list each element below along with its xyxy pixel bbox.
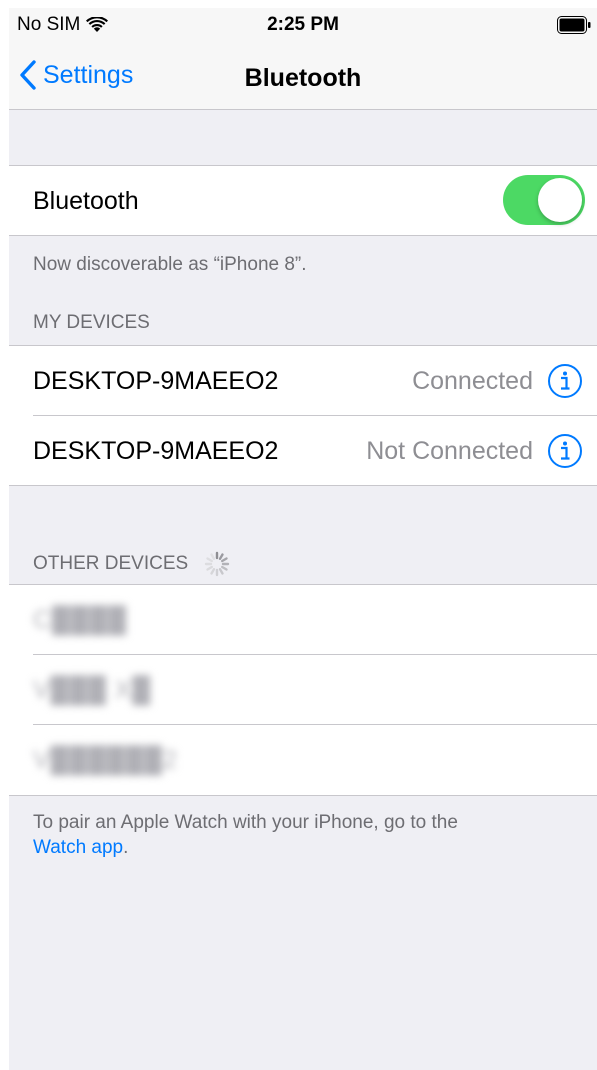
device-status: Connected: [412, 366, 533, 395]
bluetooth-toggle[interactable]: [503, 175, 585, 225]
pair-end-punct: .: [123, 837, 129, 858]
device-frame: No SIM 2:25 PM Settings Bluetooth Blueto: [0, 0, 597, 1070]
device-status: Not Connected: [366, 436, 533, 465]
bluetooth-label: Bluetooth: [33, 186, 139, 215]
loading-spinner-icon: [205, 551, 230, 577]
other-device-name: C████: [33, 605, 127, 634]
toggle-knob: [538, 178, 582, 222]
device-name: DESKTOP-9MAEEO2: [33, 436, 279, 465]
apple-watch-pair-text: To pair an Apple Watch with your iPhone,…: [33, 810, 573, 860]
info-icon[interactable]: [547, 433, 583, 469]
pair-instructions: To pair an Apple Watch with your iPhone,…: [33, 812, 458, 833]
divider: [9, 235, 597, 236]
other-device-row[interactable]: V███ X█: [9, 655, 597, 725]
divider: [9, 795, 597, 796]
watch-app-link[interactable]: Watch app: [33, 837, 123, 858]
page-title: Bluetooth: [244, 64, 362, 92]
screen: No SIM 2:25 PM Settings Bluetooth Blueto: [9, 8, 597, 1070]
divider: [9, 485, 597, 486]
other-devices-header: OTHER DEVICES: [33, 551, 230, 577]
other-device-row[interactable]: V██████2: [9, 725, 597, 795]
other-devices-header-label: OTHER DEVICES: [33, 553, 189, 574]
navigation-bar: Settings Bluetooth: [9, 42, 597, 110]
other-device-row[interactable]: C████: [9, 585, 597, 655]
device-name: DESKTOP-9MAEEO2: [33, 366, 279, 395]
device-row[interactable]: DESKTOP-9MAEEO2 Connected: [9, 346, 597, 416]
status-time: 2:25 PM: [267, 14, 339, 35]
battery-icon: [557, 16, 591, 34]
my-devices-header: MY DEVICES: [33, 312, 150, 334]
other-device-name: V██████2: [33, 745, 178, 774]
device-row[interactable]: DESKTOP-9MAEEO2 Not Connected: [9, 416, 597, 486]
other-device-name: V███ X█: [33, 675, 152, 704]
status-bar: No SIM 2:25 PM: [9, 8, 597, 42]
my-devices-header-label: MY DEVICES: [33, 312, 150, 333]
discoverable-text: Now discoverable as “iPhone 8”.: [33, 254, 307, 275]
bluetooth-toggle-row: Bluetooth: [9, 166, 597, 236]
info-icon[interactable]: [547, 363, 583, 399]
